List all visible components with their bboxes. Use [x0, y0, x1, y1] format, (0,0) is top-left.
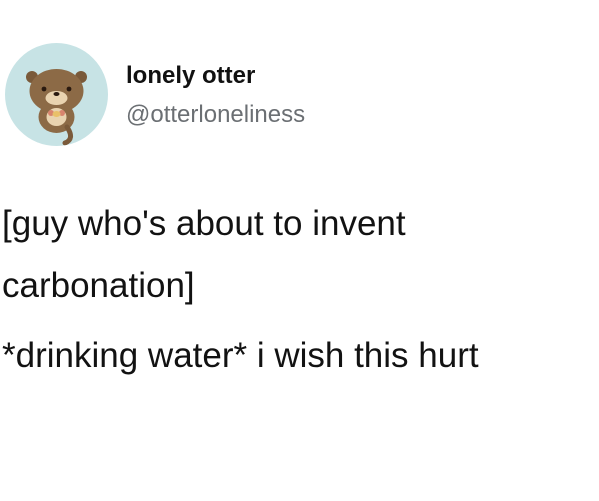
tweet-card: lonely otter @otterloneliness [guy who's…: [0, 0, 599, 501]
tweet-text-line: *drinking water* i wish this hurt: [2, 336, 479, 375]
otter-avatar-icon: [26, 69, 87, 146]
user-handle[interactable]: @otterloneliness: [126, 100, 305, 130]
tweet-text-line: [guy who's about to invent: [2, 204, 406, 243]
tweet-text-line: carbonation]: [2, 266, 195, 305]
display-name[interactable]: lonely otter: [126, 61, 255, 91]
avatar[interactable]: [5, 43, 108, 146]
